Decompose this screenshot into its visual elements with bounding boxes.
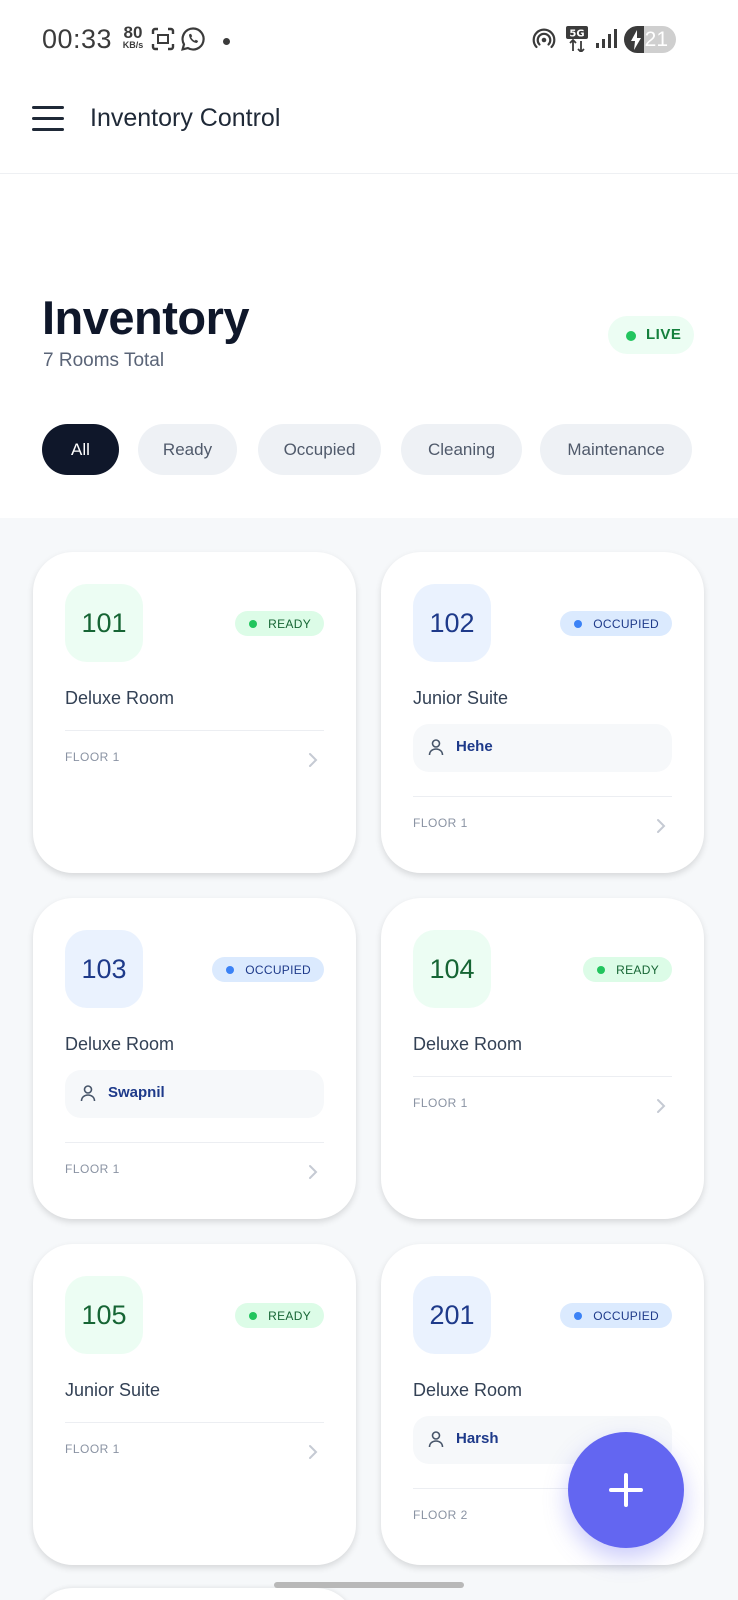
filter-chip-all[interactable]: All <box>42 424 119 475</box>
status-badge: OCCUPIED <box>212 957 324 982</box>
room-type: Junior Suite <box>65 1380 161 1400</box>
card-divider <box>65 730 324 731</box>
room-card[interactable]: 102 OCCUPIED Junior Suite Hehe FLOOR 1 <box>381 552 704 873</box>
status-label: OCCUPIED <box>245 962 311 977</box>
room-type: Deluxe Room <box>413 1034 523 1054</box>
network-speed-unit: KB/s <box>122 40 144 50</box>
room-type: Deluxe Room <box>65 688 175 708</box>
whatsapp-icon <box>181 27 205 51</box>
floor-label: FLOOR 1 <box>65 1162 120 1176</box>
status-badge: READY <box>235 1303 324 1328</box>
guest-name: Hehe <box>456 738 493 755</box>
room-number: 201 <box>413 1276 491 1354</box>
status-badge: OCCUPIED <box>560 1303 672 1328</box>
card-divider <box>65 1422 324 1423</box>
status-dot <box>574 1311 583 1320</box>
live-dot <box>626 331 636 341</box>
hotspot-icon <box>532 28 556 49</box>
status-label: OCCUPIED <box>593 1308 659 1323</box>
card-divider <box>413 1076 672 1077</box>
status-badge: READY <box>235 611 324 636</box>
add-room-button[interactable] <box>568 1432 684 1548</box>
page-title: Inventory <box>42 291 250 344</box>
room-type: Junior Suite <box>413 688 509 708</box>
status-label: OCCUPIED <box>593 616 659 631</box>
status-label: READY <box>268 1308 311 1323</box>
app-bar: Inventory Control <box>0 80 738 174</box>
filter-chip-ready[interactable]: Ready <box>138 424 237 475</box>
guest-info: Hehe <box>413 724 672 772</box>
filter-chip-maintenance[interactable]: Maintenance <box>540 424 692 475</box>
filter-chip-occupied[interactable]: Occupied <box>258 424 381 475</box>
charging-bolt-icon <box>631 30 641 50</box>
chevron-right-icon <box>309 753 318 767</box>
guest-info: Swapnil <box>65 1070 324 1118</box>
app-title: Inventory Control <box>90 104 281 132</box>
svg-text:5G: 5G <box>569 29 584 40</box>
status-badge: OCCUPIED <box>560 611 672 636</box>
card-divider <box>65 1142 324 1143</box>
room-number: 101 <box>65 584 143 662</box>
card-divider <box>413 796 672 797</box>
status-dot <box>249 1311 258 1320</box>
room-number: 102 <box>413 584 491 662</box>
person-icon <box>428 739 444 756</box>
status-label: READY <box>616 962 659 977</box>
chevron-right-icon <box>309 1445 318 1459</box>
status-dot <box>226 965 235 974</box>
person-icon <box>428 1431 444 1448</box>
room-number: 105 <box>65 1276 143 1354</box>
floor-label: FLOOR 1 <box>413 816 468 830</box>
chevron-right-icon <box>657 1099 666 1113</box>
battery-indicator: 21 <box>624 26 676 53</box>
status-badge: READY <box>583 957 672 982</box>
guest-name: Harsh <box>456 1430 499 1447</box>
notification-dot <box>223 38 230 45</box>
floor-label: FLOOR 1 <box>65 750 120 764</box>
screenshot-icon <box>151 27 175 51</box>
floor-label: FLOOR 1 <box>65 1442 120 1456</box>
chevron-right-icon <box>657 819 666 833</box>
room-number: 103 <box>65 930 143 1008</box>
room-card-partial[interactable] <box>33 1588 356 1600</box>
hamburger-menu-icon[interactable] <box>32 106 66 132</box>
signal-strength-icon <box>596 29 617 48</box>
status-dot <box>597 965 606 974</box>
floor-label: FLOOR 2 <box>413 1508 468 1522</box>
guest-name: Swapnil <box>108 1084 165 1101</box>
person-icon <box>80 1085 96 1102</box>
floor-label: FLOOR 1 <box>413 1096 468 1110</box>
status-dot <box>574 619 583 628</box>
filter-chip-cleaning[interactable]: Cleaning <box>401 424 522 475</box>
rooms-total-count: 7 Rooms Total <box>43 350 165 371</box>
plus-icon <box>609 1473 643 1507</box>
battery-percent: 21 <box>644 28 668 51</box>
home-indicator[interactable] <box>274 1582 464 1588</box>
network-speed: 80 KB/s <box>118 24 148 50</box>
status-dot <box>249 619 258 628</box>
room-type: Deluxe Room <box>65 1034 175 1054</box>
room-card[interactable]: 104 READY Deluxe Room FLOOR 1 <box>381 898 704 1219</box>
room-card[interactable]: 103 OCCUPIED Deluxe Room Swapnil FLOOR 1 <box>33 898 356 1219</box>
status-label: READY <box>268 616 311 631</box>
network-speed-value: 80 <box>123 23 143 42</box>
status-time: 00:33 <box>42 24 113 54</box>
room-card[interactable]: 105 READY Junior Suite FLOOR 1 <box>33 1244 356 1565</box>
live-status-badge: LIVE <box>608 316 694 354</box>
room-card[interactable]: 101 READY Deluxe Room FLOOR 1 <box>33 552 356 873</box>
room-number: 104 <box>413 930 491 1008</box>
live-label: LIVE <box>646 326 682 343</box>
5g-data-icon: 5G <box>566 26 588 52</box>
room-type: Deluxe Room <box>413 1380 523 1400</box>
chevron-right-icon <box>309 1165 318 1179</box>
status-bar: 00:33 80 KB/s 5G 21 <box>0 0 738 80</box>
